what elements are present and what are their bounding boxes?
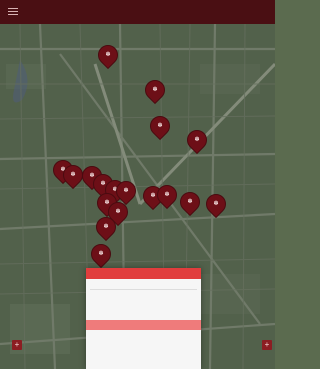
sheet-option[interactable] xyxy=(86,310,201,320)
map-marker-icon[interactable]: ✽ xyxy=(152,180,182,211)
map-marker-icon[interactable]: ✽ xyxy=(58,160,88,191)
map-marker-icon[interactable]: ✽ xyxy=(175,187,205,218)
map-marker-icon[interactable]: ✽ xyxy=(182,125,212,156)
sheet-option[interactable] xyxy=(86,330,201,340)
map-marker-icon[interactable]: ✽ xyxy=(140,75,170,106)
picker-sheet xyxy=(86,268,201,369)
sheet-option[interactable] xyxy=(86,290,201,300)
map-marker-icon[interactable]: ✽ xyxy=(93,40,123,71)
sheet-header xyxy=(86,268,201,279)
top-bar xyxy=(0,0,275,24)
sheet-option-selected[interactable] xyxy=(86,320,201,330)
zoom-right-button[interactable]: + xyxy=(262,340,272,350)
sheet-input-field[interactable] xyxy=(90,280,197,290)
sheet-option[interactable] xyxy=(86,300,201,310)
menu-icon[interactable] xyxy=(8,8,18,15)
zoom-left-button[interactable]: + xyxy=(12,340,22,350)
map-marker-icon[interactable]: ✽ xyxy=(145,111,175,142)
sheet-option[interactable] xyxy=(86,340,201,350)
map-marker-icon[interactable]: ✽ xyxy=(201,189,231,220)
map-marker-icon[interactable]: ✽ xyxy=(91,212,121,243)
app: ✽ ✽ ✽ ✽ ✽ ✽ ✽ ✽ ✽ ✽ ✽ ✽ ✽ ✽ ✽ ✽ ✽ ✽ + + xyxy=(0,0,275,369)
map-marker-icon[interactable]: ✽ xyxy=(86,239,116,270)
